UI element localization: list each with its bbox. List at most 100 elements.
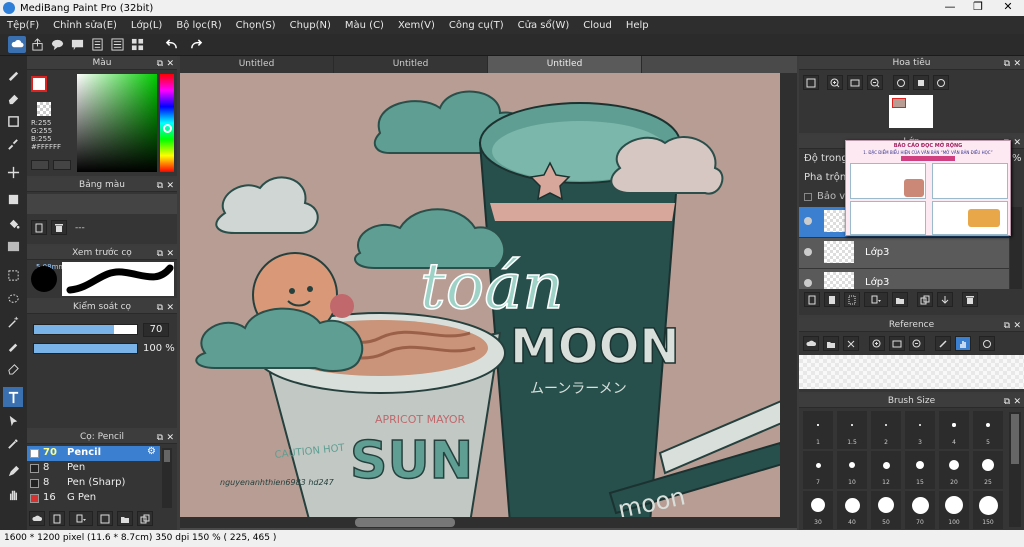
size-slider[interactable] (33, 324, 138, 335)
brush-size-cell[interactable]: 50 (871, 491, 901, 529)
upload-icon[interactable] (28, 36, 46, 53)
brush-size-cell[interactable]: 25 (973, 451, 1003, 489)
trash-icon[interactable] (51, 220, 67, 235)
close-icon[interactable]: ✕ (166, 179, 174, 193)
menu-file[interactable]: Tệp(F) (0, 20, 46, 31)
eyedropper-icon[interactable] (935, 336, 951, 351)
eye-icon[interactable] (804, 248, 812, 256)
brush-size-cell[interactable]: 30 (803, 491, 833, 529)
brush-size-cell[interactable]: 2 (871, 411, 901, 449)
drawing-canvas[interactable]: APRICOT MAYOR SUN CAUTION HOT MOON ムーンラー… (180, 73, 780, 517)
brush-item-g-pen[interactable]: 16 G Pen (27, 491, 160, 506)
protect-checkbox[interactable] (804, 193, 812, 201)
text-tool-icon[interactable] (3, 387, 23, 407)
brush-size-cell[interactable]: 4 (939, 411, 969, 449)
menu-snap[interactable]: Chụp(N) (283, 20, 338, 31)
flip-icon[interactable] (913, 75, 929, 90)
size-value[interactable]: 70 (143, 323, 169, 337)
fill-rect-tool-icon[interactable] (3, 189, 23, 209)
dot-tool-icon[interactable] (3, 134, 23, 154)
brush-item-pen-sharp[interactable]: 8 Pen (Sharp) (27, 476, 160, 491)
close-icon[interactable]: ✕ (1013, 319, 1021, 333)
new-layer-icon[interactable] (804, 292, 820, 307)
layer-scrollbar[interactable] (1010, 207, 1022, 289)
layer-row[interactable]: Lớp3 (799, 269, 1009, 289)
new-palette-icon[interactable] (31, 220, 47, 235)
settings-icon[interactable]: ⚙ (147, 446, 156, 457)
tab-untitled-2[interactable]: Untitled (334, 56, 488, 73)
brush-list-scrollbar[interactable] (162, 448, 172, 508)
undo-icon[interactable] (162, 36, 180, 53)
menu-help[interactable]: Help (619, 20, 656, 31)
lasso-tool-icon[interactable] (3, 289, 23, 309)
select-tool-icon[interactable] (3, 265, 23, 285)
rotate-icon[interactable] (979, 336, 995, 351)
brush-size-cell[interactable]: 70 (905, 491, 935, 529)
operation-tool-icon[interactable] (3, 410, 23, 430)
horizontal-scrollbar[interactable] (180, 517, 780, 528)
popout-icon[interactable]: ⧉ (157, 301, 163, 315)
close-icon[interactable]: ✕ (166, 301, 174, 315)
popout-icon[interactable]: ⧉ (1004, 395, 1010, 409)
new-halftone-layer-icon[interactable] (824, 292, 840, 307)
brush-size-cell[interactable]: 1 (803, 411, 833, 449)
close-icon[interactable]: ✕ (166, 57, 174, 71)
bucket-tool-icon[interactable] (3, 213, 23, 233)
minimize-icon[interactable]: — (936, 0, 964, 16)
zoom-in-icon[interactable] (827, 75, 843, 90)
tab-untitled-1[interactable]: Untitled (180, 56, 334, 73)
brush-tool-icon[interactable] (3, 64, 23, 84)
new-brush-icon[interactable] (49, 511, 65, 526)
opacity-slider[interactable] (33, 343, 138, 354)
color-mode-button[interactable] (31, 160, 49, 170)
layer-folder-icon[interactable] (892, 292, 908, 307)
scrollbar-thumb[interactable] (355, 518, 455, 527)
menu-window[interactable]: Cửa sổ(W) (511, 20, 577, 31)
popout-icon[interactable]: ⧉ (157, 247, 163, 261)
popout-icon[interactable]: ⧉ (1004, 57, 1010, 71)
hue-slider[interactable] (160, 74, 174, 172)
duplicate-layer-icon[interactable] (917, 292, 933, 307)
gradient-tool-icon[interactable] (3, 236, 23, 256)
zoom-fit-icon[interactable] (803, 75, 819, 90)
add-brush-dropdown[interactable] (69, 511, 93, 526)
layer-row[interactable]: Lớp3 (799, 238, 1009, 268)
popout-icon[interactable]: ⧉ (157, 179, 163, 193)
eyedropper-icon[interactable] (3, 433, 23, 453)
close-icon[interactable]: ✕ (166, 431, 174, 445)
vertical-scrollbar[interactable] (780, 73, 797, 528)
brush-size-cell[interactable]: 3 (905, 411, 935, 449)
primary-color-swatch[interactable] (31, 76, 47, 92)
saturation-picker[interactable] (77, 74, 157, 172)
brush-size-cell[interactable]: 100 (939, 491, 969, 529)
menu-color[interactable]: Màu (C) (338, 20, 391, 31)
menu-tools[interactable]: Công cụ(T) (442, 20, 511, 31)
brush-size-cell[interactable]: 20 (939, 451, 969, 489)
eye-icon[interactable] (804, 279, 812, 287)
cloud-reference-icon[interactable] (803, 336, 819, 351)
color-wheel-button[interactable] (53, 160, 71, 170)
brush-size-cell[interactable]: 15 (905, 451, 935, 489)
popout-icon[interactable]: ⧉ (157, 431, 163, 445)
delete-layer-icon[interactable] (962, 292, 978, 307)
document-icon[interactable] (88, 36, 106, 53)
tab-untitled-3[interactable]: Untitled (488, 56, 642, 73)
eraser-tool-icon[interactable] (3, 88, 23, 108)
duplicate-icon[interactable] (137, 511, 153, 526)
brush-size-cell[interactable]: 12 (871, 451, 901, 489)
brush-size-cell[interactable]: 10 (837, 451, 867, 489)
menu-edit[interactable]: Chỉnh sửa(E) (46, 20, 124, 31)
grid-icon[interactable] (128, 36, 146, 53)
hue-handle[interactable] (163, 124, 172, 133)
close-icon[interactable]: ✕ (166, 247, 174, 261)
popup-thumbnail[interactable]: BÁO CÁO ĐỌC MỞ RỘNG 1. ĐẶC ĐIỂM BIỂU HIỆ… (845, 140, 1011, 236)
brush-size-cell[interactable]: 5 (973, 411, 1003, 449)
close-icon[interactable]: ✕ (1013, 395, 1021, 409)
overlay-text[interactable]: toán (419, 249, 564, 325)
brush-size-scrollbar[interactable] (1009, 412, 1021, 527)
navigator-thumbnail[interactable] (889, 95, 933, 128)
hand-icon[interactable] (955, 336, 971, 351)
rectangle-tool-icon[interactable] (3, 111, 23, 131)
cloud-icon[interactable] (8, 36, 26, 53)
brush-item-pen[interactable]: 8 Pen (27, 461, 160, 476)
